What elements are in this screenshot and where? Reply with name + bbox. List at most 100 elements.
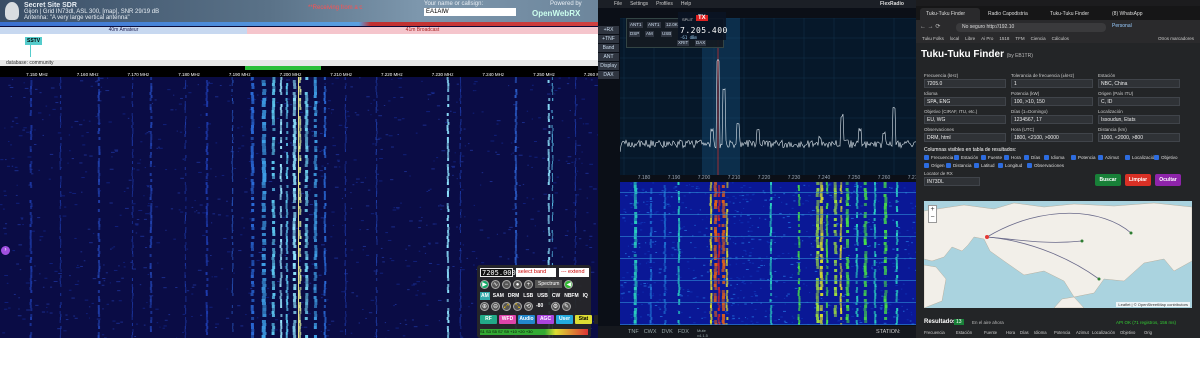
volume-icon[interactable]: ◀ [564,280,574,289]
lock-icon[interactable]: ✎ [562,302,571,311]
map-attribution[interactable]: Leaflet | © OpenStreetMap contributors [1116,302,1190,307]
map-zoom-out[interactable]: − [929,214,936,222]
column-checkbox[interactable]: Azimut [1098,155,1119,160]
record-icon[interactable]: ● [513,280,522,289]
field-input[interactable]: Issoudun, Etats [1098,115,1180,124]
browser-tab[interactable]: (8) WhatsApp [1106,8,1166,20]
passband-indicator[interactable] [245,66,321,70]
status-cwx[interactable]: CWX [644,326,657,338]
menu-profiles[interactable]: Profiles [656,0,673,8]
tx-badge[interactable]: TX [696,15,708,21]
smartsdr-waterfall[interactable] [620,182,916,325]
column-checkbox[interactable]: Distancia [946,163,972,168]
vfo-frequency-box[interactable]: SPLIT TX 7.205.400 -61 dBm [678,12,728,40]
mode-sam-button[interactable]: SAM [492,292,505,300]
hide-button[interactable]: Ocultar [1155,174,1181,186]
column-checkbox[interactable]: Objetivo [1154,155,1178,160]
column-checkbox[interactable]: Días [1024,155,1040,160]
open-panel-icon[interactable]: › [1,246,10,255]
mode-nbfm-button[interactable]: NBFM [563,292,579,300]
column-checkbox[interactable]: Frecuencia [924,155,953,160]
field-input[interactable]: SPA, ENG [924,97,1006,106]
status-tnf[interactable]: TNF [628,326,639,338]
profile-label[interactable]: Personal [1112,23,1132,29]
column-checkbox[interactable]: Hora [1004,155,1021,160]
column-checkbox[interactable]: Observaciones [1027,163,1064,168]
vfo-am-button[interactable]: AM [645,31,654,37]
panel-wfd-button[interactable]: WFD [499,315,516,324]
results-column-header[interactable]: Hora [1006,330,1020,335]
frequency-display[interactable]: 7205.000 [480,268,516,277]
search-button[interactable]: Buscar [1095,174,1121,186]
field-input[interactable]: 100, >10, 150 [1011,97,1093,106]
panadapter-scale[interactable]: 7.180 7.190 7.200 7.210 7.220 7.230 7.240 7.250… [620,175,916,182]
mode-iq-button[interactable]: IQ [582,292,589,300]
vfo-12.0k-button[interactable]: 12.0K [665,22,679,28]
vfo-ant1-button[interactable]: ANT1 [647,22,661,28]
zoom-out-icon[interactable]: ⊖ [491,302,500,311]
field-input[interactable]: 1000, <2000, >800 [1098,133,1180,142]
column-checkbox[interactable]: Fuente [981,155,1002,160]
field-input[interactable]: 7205.0 [924,79,1006,88]
browser-tab[interactable]: Radio Capodistria [982,8,1042,20]
on-air-toggle[interactable]: En el aire ahora [972,320,1004,325]
side-ant-button[interactable]: ANT [598,53,619,61]
vfo-dsp-button[interactable]: DSP [629,31,641,37]
vfo-xrit-button[interactable]: XRIT [677,40,690,46]
band-select[interactable]: select band [516,268,556,277]
field-input[interactable]: EU, WG [924,115,1006,124]
column-checkbox[interactable]: Localización [1125,155,1157,160]
minus-icon[interactable]: − [502,280,511,289]
panel-rf-button[interactable]: RF [480,315,497,324]
panel-stat-button[interactable]: Stat [575,315,592,324]
other-bookmarks[interactable]: Otros marcadores [1158,34,1194,43]
zoom-fit-icon[interactable]: ⤢ [502,302,511,311]
browser-tab[interactable]: Tuku-Tuku Finder [1044,8,1104,20]
bookmark-link[interactable]: Tuku Folks [922,34,944,43]
field-input[interactable]: NBC, China [1098,79,1180,88]
column-checkbox[interactable]: Idioma [1044,155,1065,160]
plus-icon[interactable]: + [524,280,533,289]
column-checkbox[interactable]: Estación [954,155,978,160]
map-view[interactable]: + − Leaflet | © OpenStreetMap contributo… [924,201,1192,308]
settings-icon[interactable]: ⚙ [551,302,560,311]
vfo-dax-button[interactable]: DAX [695,40,707,46]
field-input[interactable]: 1234567, 17 [1011,115,1093,124]
status-dvk[interactable]: DVK [662,326,673,338]
back-forward-icon[interactable]: ← → ⟳ [920,23,940,30]
results-column-header[interactable]: Estación [956,330,984,335]
browser-tab[interactable]: Tuku-Tuku Finder [920,8,980,20]
field-input[interactable]: DRM, html [924,133,1006,142]
column-checkbox[interactable]: Longitud [998,163,1022,168]
side-plus-tnf-button[interactable]: +TNF [598,35,619,43]
map-zoom-in[interactable]: + [929,206,936,214]
bookmark-link[interactable]: local [950,34,959,43]
frequency-scale[interactable]: 7.150 MHz 7.160 MHz 7.170 MHz 7.180 MHz 7.19… [0,66,598,77]
results-column-header[interactable]: Potencia [1054,330,1076,335]
menu-settings[interactable]: Settings [630,0,648,8]
column-checkbox[interactable]: Origen [924,163,945,168]
results-column-header[interactable]: Orig [1144,330,1156,335]
clear-button[interactable]: Limpiar [1125,174,1151,186]
bookmark-link[interactable]: TFM [1015,34,1024,43]
field-input[interactable]: 1 [1011,79,1093,88]
menu-help[interactable]: Help [681,0,691,8]
panel-agc-button[interactable]: AGC [537,315,554,324]
column-checkbox[interactable]: Potencia [1071,155,1096,160]
mode-lsb-button[interactable]: LSB [522,292,534,300]
bookmark-link[interactable]: Ai Pro [981,34,993,43]
side-band-button[interactable]: Band [598,44,619,52]
menu-file[interactable]: File [614,0,622,8]
vfo-usb-button[interactable]: USB [661,31,673,37]
vfo-frequency[interactable]: 7.205.400 [680,26,728,35]
panel-user-button[interactable]: User [556,315,573,324]
panel-audio-button[interactable]: Audio [518,315,535,324]
vfo-ant1-button[interactable]: ANT1 [629,22,643,28]
bookmark-link[interactable]: Libre [965,34,975,43]
mode-am-button[interactable]: AM [480,292,490,300]
play-icon[interactable]: ▶ [480,280,489,289]
side-display-button[interactable]: Display [598,62,619,70]
results-column-header[interactable]: Frecuencia [924,330,956,335]
results-column-header[interactable]: Fuente [984,330,1006,335]
mode-usb-button[interactable]: USB [536,292,549,300]
